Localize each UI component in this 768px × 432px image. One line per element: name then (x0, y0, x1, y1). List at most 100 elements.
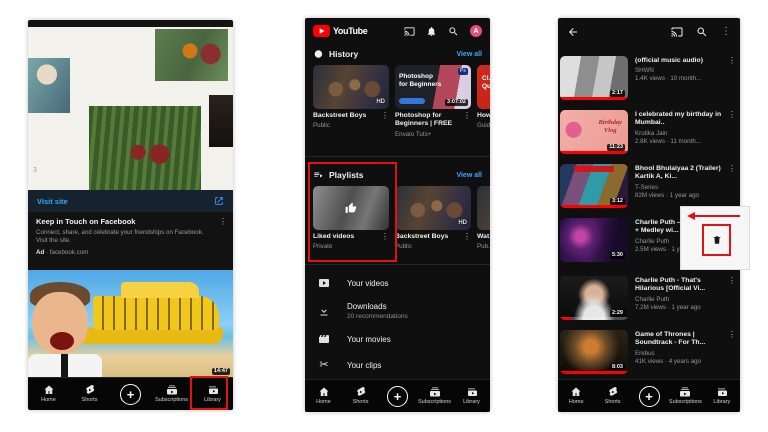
page-marker: 3 (33, 167, 37, 174)
bell-icon[interactable] (426, 26, 437, 37)
kebab-icon[interactable]: ⋮ (721, 27, 731, 37)
external-link-icon[interactable] (214, 196, 224, 206)
annotation-box-playlists (308, 162, 397, 262)
nav-item-home[interactable]: Home (28, 384, 69, 404)
youtube-play-icon (313, 25, 330, 37)
nav-item-create[interactable]: + (631, 385, 667, 407)
progress-bar-5 (560, 371, 628, 374)
playlist-thumbnail[interactable]: HD (395, 186, 471, 230)
menu-item-your-videos[interactable]: Your videos (305, 270, 490, 296)
video-thumbnail[interactable]: 8:03 (560, 330, 628, 374)
ad-separator: · (45, 248, 49, 256)
nav-item-create[interactable]: + (379, 385, 416, 407)
youtube-logo[interactable]: YouTube (313, 25, 368, 37)
video-row[interactable]: 2:29 Charlie Puth - That's Hilarious [Of… (558, 276, 740, 326)
history-page-header: ⋮ (558, 18, 740, 46)
ad-domain[interactable]: facebook.com (50, 249, 89, 256)
nav-item-subscriptions[interactable]: Subscriptions (151, 384, 192, 404)
ad-photo-dark (209, 95, 233, 147)
kebab-icon[interactable]: ⋮ (728, 277, 736, 285)
kebab-icon[interactable]: ⋮ (728, 111, 736, 119)
video-thumbnail-yacht[interactable]: 14:47 (28, 270, 233, 378)
avatar[interactable]: A (470, 25, 482, 37)
kebab-icon[interactable]: ⋮ (219, 218, 227, 226)
history-view-all[interactable]: View all (456, 51, 482, 58)
creator-mouth (50, 332, 74, 350)
nav-item-subscriptions[interactable]: Subscriptions (416, 386, 453, 406)
yacht-body (93, 296, 219, 330)
menu-item-downloads[interactable]: Downloads 20 recommendations (305, 296, 490, 326)
nav-item-home[interactable]: Home (305, 386, 342, 406)
video-thumbnail[interactable]: Cl.. Qu.. (477, 65, 490, 109)
bottom-nav: Home Shorts + Subscriptions Library (305, 379, 490, 412)
nav-item-subscriptions[interactable]: Subscriptions (667, 386, 703, 406)
video-row[interactable]: Birthday Vlog 11:23 I celebrated my birt… (558, 110, 740, 160)
shorts-icon (85, 385, 94, 395)
trash-icon[interactable] (712, 234, 722, 246)
kebab-icon[interactable]: ⋮ (463, 232, 471, 241)
playlist-thumbnail[interactable] (477, 186, 490, 230)
phone-screen-middle: YouTube A History View all HD Backstreet… (305, 18, 490, 412)
facebook-ad-card[interactable]: Keep in Touch on Facebook ⋮ Connect, sha… (28, 212, 233, 270)
home-icon (319, 387, 328, 397)
nav-item-create[interactable]: + (110, 383, 151, 405)
history-card-clipped[interactable]: Cl.. Qu.. How... Que... Guid... (477, 65, 490, 129)
phone-screen-left: 3 Visit site Keep in Touch on Facebook ⋮… (28, 20, 233, 410)
scissors-icon: ✂ (319, 358, 329, 371)
app-header: YouTube A (305, 18, 490, 44)
video-thumbnail[interactable]: 2:29 (560, 276, 628, 320)
create-plus-icon[interactable]: + (120, 383, 141, 405)
trailer-banner (574, 166, 614, 172)
video-row[interactable]: 2:17 (official music audio) SHWN 1.4K vi… (558, 56, 740, 106)
progress-bar-1 (560, 151, 628, 154)
video-thumbnail[interactable]: Photoshop for Beginners Ps 3:07:02 (395, 65, 471, 109)
video-thumbnail[interactable]: 3:12 (560, 164, 628, 208)
nav-item-shorts[interactable]: Shorts (69, 384, 110, 404)
home-icon (571, 387, 581, 397)
subscriptions-icon (166, 385, 177, 395)
ad-title: Keep in Touch on Facebook (36, 217, 136, 226)
hd-badge: HD (376, 99, 385, 105)
video-row[interactable]: 8:03 Game of Thrones | Soundtrack - For … (558, 330, 740, 380)
video-thumbnail[interactable]: 5:30 (560, 218, 628, 262)
duration-badge: 14:47 (211, 367, 230, 375)
history-card[interactable]: Photoshop for Beginners Ps 3:07:02 Photo… (395, 65, 471, 138)
nav-item-shorts[interactable]: Shorts (594, 386, 630, 406)
history-clock-icon (314, 50, 323, 58)
create-plus-icon[interactable]: + (638, 385, 660, 407)
video-thumbnail[interactable]: Birthday Vlog 11:23 (560, 110, 628, 154)
kebab-icon[interactable]: ⋮ (463, 112, 471, 129)
back-arrow-icon[interactable] (567, 26, 579, 38)
visit-site-bar[interactable]: Visit site (28, 190, 233, 212)
annotation-arrow-left (687, 212, 740, 220)
video-thumbnail[interactable]: 2:17 (560, 56, 628, 100)
progress-bar-4 (560, 317, 571, 320)
playlist-card-clipped[interactable]: Wat... Pub... (477, 186, 490, 250)
kebab-icon[interactable]: ⋮ (728, 331, 736, 339)
video-thumbnail[interactable]: HD (313, 65, 389, 109)
playlist-card[interactable]: HD Backstreet Boys ⋮ Public (395, 186, 471, 250)
create-plus-icon[interactable]: + (387, 385, 408, 407)
history-card[interactable]: HD Backstreet Boys ⋮ Public (313, 65, 389, 129)
kebab-icon[interactable]: ⋮ (728, 165, 736, 173)
menu-item-your-movies[interactable]: Your movies (305, 326, 490, 352)
cast-icon[interactable] (671, 26, 683, 38)
playlists-view-all[interactable]: View all (456, 172, 482, 179)
kebab-icon[interactable]: ⋮ (728, 57, 736, 65)
nav-item-home[interactable]: Home (558, 386, 594, 406)
nav-item-shorts[interactable]: Shorts (342, 386, 379, 406)
cast-icon[interactable] (404, 26, 415, 37)
kebab-icon[interactable]: ⋮ (381, 111, 389, 120)
nav-item-library[interactable]: Library (704, 386, 740, 406)
ad-badge: Ad (36, 248, 45, 256)
visit-site-label[interactable]: Visit site (37, 197, 68, 206)
nav-item-library[interactable]: Library (453, 386, 490, 406)
search-icon[interactable] (448, 26, 459, 37)
subscriptions-icon (429, 387, 440, 397)
shorts-icon (608, 387, 617, 397)
menu-item-your-clips[interactable]: ✂ Your clips (305, 352, 490, 378)
status-bar (28, 20, 233, 27)
search-icon[interactable] (696, 26, 708, 38)
free-course-pill (399, 98, 425, 104)
yacht-deck (121, 282, 199, 298)
